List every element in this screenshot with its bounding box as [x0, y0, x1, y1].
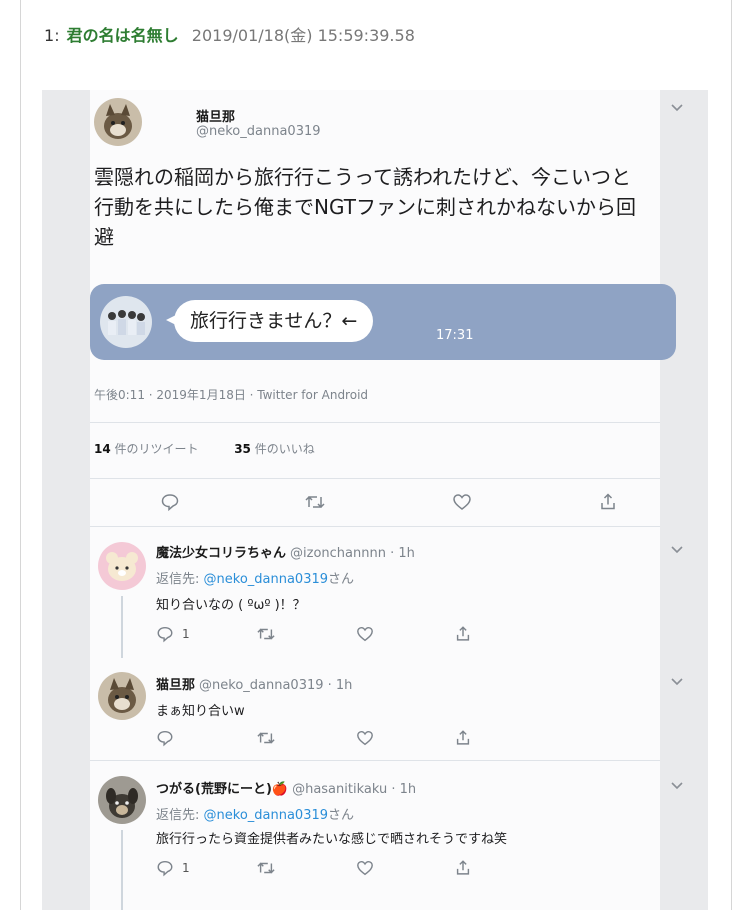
retweet-icon[interactable] — [256, 856, 276, 880]
reply-author[interactable]: つがる(荒野にーと)🍎 @hasanitikaku · 1h — [156, 778, 416, 797]
reply-to-suffix: さん — [328, 808, 355, 823]
like-icon[interactable] — [356, 856, 374, 880]
post-number: 1 — [44, 26, 55, 45]
like-icon[interactable] — [356, 726, 374, 750]
reply-to-prefix: 返信先: — [156, 572, 204, 587]
reply-author[interactable]: 猫旦那 @neko_danna0319 · 1h — [156, 674, 352, 693]
reply-text: まぁ知り合いw — [156, 704, 245, 719]
post-datetime: 2019/01/18(金) 15:59:39.58 — [191, 26, 415, 45]
like-count[interactable]: 35 — [234, 442, 251, 456]
reply-icon[interactable] — [156, 726, 174, 750]
reply-author-name: 魔法少女コリラちゃん — [156, 546, 287, 561]
avatar-dog[interactable] — [98, 776, 146, 824]
reply-text: 知り合いなの ( ºωº )！？ — [156, 598, 306, 613]
chevron-down-icon[interactable] — [670, 676, 684, 691]
share-icon[interactable] — [454, 726, 472, 750]
reply-author-handle: @neko_danna0319 · 1h — [199, 678, 353, 693]
reply-to-link[interactable]: @neko_danna0319 — [204, 808, 329, 823]
avatar-bear[interactable] — [98, 542, 146, 590]
chevron-down-icon[interactable] — [670, 780, 684, 795]
reply-count: 1 — [182, 627, 190, 641]
retweet-label[interactable]: 件のリツイート — [115, 442, 199, 456]
reply-author-handle: @hasanitikaku · 1h — [292, 782, 417, 797]
post-author[interactable]: 君の名は名無し — [67, 26, 179, 45]
reply-actions: 1 — [90, 856, 660, 880]
avatar-cat[interactable] — [98, 672, 146, 720]
reply-actions: 1 — [90, 622, 660, 646]
share-icon[interactable] — [598, 490, 618, 514]
divider — [90, 478, 660, 479]
line-chat-image[interactable]: 旅行行きません？← 17:31 — [90, 284, 676, 360]
post-header: 1: 君の名は名無し 2019/01/18(金) 15:59:39.58 — [44, 22, 415, 46]
line-message-time: 17:31 — [436, 328, 474, 343]
reply-actions — [90, 726, 660, 750]
reply-to-line: 返信先: @neko_danna0319さん — [156, 804, 354, 823]
reply-to-prefix: 返信先: — [156, 808, 204, 823]
chevron-down-icon[interactable] — [670, 544, 684, 559]
avatar-cat[interactable] — [94, 98, 142, 146]
reply-to-suffix: さん — [328, 572, 355, 587]
like-icon[interactable] — [356, 622, 374, 646]
line-message-bubble: 旅行行きません？← — [165, 300, 374, 342]
divider — [90, 422, 660, 423]
retweet-icon[interactable] — [256, 622, 276, 646]
tweet-author-handle[interactable]: @neko_danna0319 — [196, 124, 321, 139]
retweet-icon[interactable] — [304, 490, 326, 514]
chevron-down-icon[interactable] — [670, 102, 684, 117]
tweet-screenshot-image: 猫旦那 @neko_danna0319 雲隠れの稲岡から旅行行こうって誘われたけ… — [42, 90, 708, 910]
retweet-icon[interactable] — [256, 726, 276, 750]
share-icon[interactable] — [454, 622, 472, 646]
tweet-timestamp[interactable]: 午後0:11 · 2019年1月18日 · Twitter for Androi… — [94, 386, 368, 403]
reply-author[interactable]: 魔法少女コリラちゃん @izonchannnn · 1h — [156, 542, 415, 561]
tweet-card: 猫旦那 @neko_danna0319 雲隠れの稲岡から旅行行こうって誘われたけ… — [90, 90, 683, 910]
reply-icon[interactable]: 1 — [156, 856, 190, 880]
reply-author-name: つがる(荒野にーと)🍎 — [156, 782, 289, 797]
tweet-actions — [90, 490, 660, 514]
post-number-separator: : — [54, 26, 60, 45]
share-icon[interactable] — [454, 856, 472, 880]
reply-icon[interactable] — [160, 490, 180, 514]
reply-text: 旅行行ったら資金提供者みたいな感じで晒されそうですね笑 — [156, 832, 508, 847]
reply-to-link[interactable]: @neko_danna0319 — [204, 572, 329, 587]
reply-to-line: 返信先: @neko_danna0319さん — [156, 568, 354, 587]
tweet-author-name[interactable]: 猫旦那 — [196, 106, 235, 125]
like-icon[interactable] — [452, 490, 472, 514]
reply-count: 1 — [182, 861, 190, 875]
retweet-count[interactable]: 14 — [94, 442, 111, 456]
tweet-stats: 14 件のリツイート 35 件のいいね — [94, 440, 315, 457]
tweet-text: 雲隠れの稲岡から旅行行こうって誘われたけど、今こいつと行動を共にしたら俺までNG… — [94, 165, 636, 249]
reply-icon[interactable]: 1 — [156, 622, 190, 646]
group-photo-avatar — [100, 296, 152, 348]
divider — [90, 760, 660, 761]
divider — [90, 526, 660, 527]
like-label[interactable]: 件のいいね — [255, 442, 315, 456]
reply-author-name: 猫旦那 — [156, 678, 196, 693]
reply-author-handle: @izonchannnn · 1h — [290, 546, 415, 561]
